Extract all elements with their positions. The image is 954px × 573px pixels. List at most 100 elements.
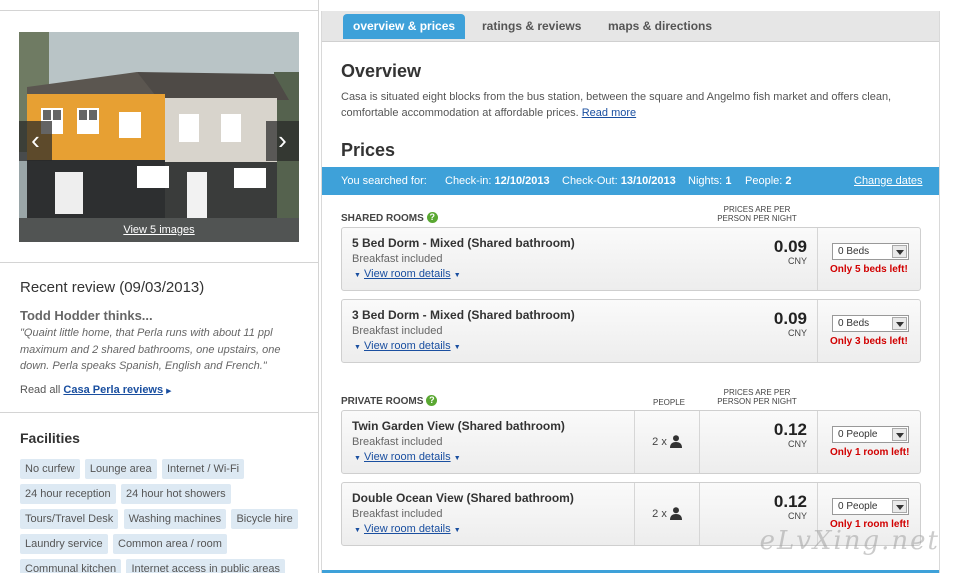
availability-notice: Only 1 room left! [830,447,910,458]
room-price: 0.12 CNY [773,420,807,450]
divider [817,300,818,362]
facility-tag: Bicycle hire [231,509,298,529]
nights-summary: Nights: 1 [688,167,731,195]
checkin-label: Check-in: [445,175,492,187]
overview-text: Casa is situated eight blocks from the b… [341,89,911,121]
people-select-value: 0 People [838,501,878,512]
view-room-details-label: View room details [364,268,451,280]
shared-rooms-label: Shared Rooms [341,213,424,224]
beds-select-value: 0 Beds [838,246,870,257]
checkin-date: 12/10/2013 [494,175,550,187]
room-row: 3 Bed Dorm - Mixed (Shared bathroom) Bre… [341,299,921,363]
people-select[interactable]: 0 People [832,498,909,515]
checkout-date: 13/10/2013 [620,175,676,187]
price-value: 0.09 [773,309,807,328]
price-currency: CNY [787,511,807,521]
room-meal: Breakfast included [352,508,443,520]
divider [0,412,319,413]
checkin-summary: Check-in: 12/10/2013 [445,167,550,195]
nights-label: Nights: [688,175,723,187]
people-select-value: 0 People [838,429,878,440]
view-room-details-label: View room details [364,451,451,463]
room-meal: Breakfast included [352,436,443,448]
room-name: Double Ocean View (Shared bathroom) [352,491,574,505]
view-room-details-link[interactable]: ▼ View room details ▼ [354,523,461,535]
gallery-next-arrow-icon[interactable]: › [266,121,299,161]
availability-notice: Only 5 beds left! [830,264,908,275]
help-icon[interactable]: ? [426,395,438,406]
facility-tag: No curfew [20,459,80,479]
checkout-label: Check-Out: [562,175,618,187]
review-author: Todd Hodder thinks... [20,308,153,323]
private-price-column-header: Prices are per person per night [717,388,797,406]
right-margin [941,0,954,573]
facility-tag: Tours/Travel Desk [20,509,119,529]
people-label: People: [745,175,783,187]
people-count: 2 x [652,508,667,520]
view-room-details-label: View room details [364,340,451,352]
facilities-heading: Facilities [20,430,80,446]
recent-review-heading: Recent review (09/03/2013) [20,279,205,296]
hostel-photo-gallery[interactable]: ‹ › View 5 images [19,32,299,242]
room-price: 0.12 CNY [773,492,807,522]
triangle-down-icon: ▼ [354,455,361,462]
view-room-details-link[interactable]: ▼ View room details ▼ [354,340,461,352]
person-icon [669,507,682,520]
price-value: 0.12 [773,420,807,439]
search-label: You searched for: [341,175,427,187]
tab-maps-directions[interactable]: maps & directions [598,14,722,39]
read-more-link[interactable]: Read more [582,107,636,119]
facility-tag: Communal kitchen [20,559,122,573]
tab-ratings-reviews[interactable]: ratings & reviews [472,14,591,39]
main-panel: overview & prices ratings & reviews maps… [321,11,940,573]
nights-value: 1 [725,175,732,187]
gallery-prev-arrow-icon[interactable]: ‹ [19,121,52,161]
people-column-header: People [652,398,685,407]
view-room-details-link[interactable]: ▼ View room details ▼ [354,451,461,463]
facility-tag: Lounge area [84,459,157,479]
divider [817,228,818,290]
facility-tag: 24 hour hot showers [120,484,231,504]
arrow-right-icon: ▶ [166,388,172,395]
private-rooms-label: Private Rooms [341,396,424,407]
chevron-down-icon [892,317,907,330]
read-all-reviews-link[interactable]: Casa Perla reviews [63,384,163,396]
watermark: eLvXing.net [759,526,940,556]
chevron-down-icon [892,500,907,513]
people-select[interactable]: 0 People [832,426,909,443]
triangle-down-icon: ▼ [453,527,461,534]
triangle-down-icon: ▼ [354,272,361,279]
divider [817,411,818,473]
read-all-reviews: Read all Casa Perla reviews ▶ [20,384,172,396]
search-summary-bar: You searched for: Check-in: 12/10/2013 C… [322,167,939,195]
view-room-details-label: View room details [364,523,451,535]
review-text: "Quaint little home, that Perla runs wit… [20,327,281,372]
tab-bar: overview & prices ratings & reviews maps… [322,11,939,42]
change-dates-link[interactable]: Change dates [854,167,923,195]
beds-select[interactable]: 0 Beds [832,243,909,260]
price-currency: CNY [787,439,807,449]
room-name: 5 Bed Dorm - Mixed (Shared bathroom) [352,236,575,250]
tab-overview-prices[interactable]: overview & prices [343,14,466,39]
room-name: Twin Garden View (Shared bathroom) [352,419,565,433]
facility-tag: Laundry service [20,534,108,554]
hostel-photo [19,32,299,242]
room-people: 2 x [634,411,700,473]
room-row: 5 Bed Dorm - Mixed (Shared bathroom) Bre… [341,227,921,291]
overview-title: Overview [341,61,422,81]
view-images-link[interactable]: View 5 images [19,218,299,242]
beds-select[interactable]: 0 Beds [832,315,909,332]
price-value: 0.12 [773,492,807,511]
room-people: 2 x [634,483,700,545]
facility-tag: Internet / Wi-Fi [162,459,245,479]
triangle-down-icon: ▼ [453,455,461,462]
help-icon[interactable]: ? [426,212,438,223]
checkout-summary: Check-Out: 13/10/2013 [562,167,676,195]
chevron-down-icon [892,428,907,441]
people-value: 2 [785,175,792,187]
person-icon [669,435,682,448]
room-price: 0.09 CNY [774,238,807,267]
price-currency: CNY [787,328,807,338]
view-room-details-link[interactable]: ▼ View room details ▼ [354,268,461,280]
availability-notice: Only 3 beds left! [830,336,908,347]
